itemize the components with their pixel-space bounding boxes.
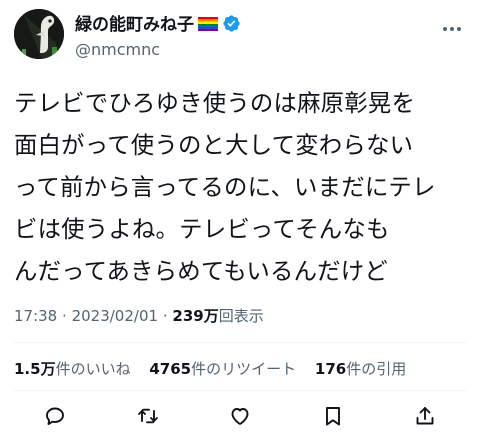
divider bbox=[14, 342, 466, 343]
tweet-date[interactable]: 2023/02/01 bbox=[72, 307, 158, 325]
tweet-text-line: って前から言ってるのに、いまだにテレ bbox=[14, 173, 436, 201]
tweet-meta: 17:38 · 2023/02/01 · 239万回表示 bbox=[14, 305, 264, 326]
display-name[interactable]: 緑の能町みね子 bbox=[75, 14, 194, 36]
views-count: 239万 bbox=[172, 307, 219, 325]
retweet-icon[interactable] bbox=[135, 403, 161, 429]
avatar[interactable] bbox=[14, 9, 64, 59]
quotes-label: 件の引用 bbox=[346, 360, 407, 378]
quotes-count: 176 bbox=[314, 360, 347, 378]
divider bbox=[14, 390, 466, 391]
reply-icon[interactable] bbox=[42, 403, 68, 429]
retweets-count: 4765 bbox=[149, 360, 192, 378]
display-name-row: 緑の能町みね子 bbox=[75, 14, 241, 36]
retweets-stat[interactable]: 4765件のリツイート bbox=[149, 360, 296, 378]
likes-label: 件のいいね bbox=[55, 360, 131, 378]
tweet-text-line: ビは使うよね。テレビってそんなも bbox=[14, 215, 390, 243]
likes-stat[interactable]: 1.5万件のいいね bbox=[14, 360, 131, 378]
meta-separator: · bbox=[62, 307, 67, 325]
handle[interactable]: @nmcmnc bbox=[75, 40, 241, 60]
author-names: 緑の能町みね子 @nmcmnc bbox=[75, 14, 241, 60]
rainbow-flag-icon bbox=[198, 16, 218, 35]
action-bar bbox=[42, 402, 438, 430]
tweet-time[interactable]: 17:38 bbox=[14, 307, 57, 325]
share-icon[interactable] bbox=[412, 403, 438, 429]
tweet-text-line: 面白がって使うのと大して変わらない bbox=[14, 131, 414, 159]
verified-badge-icon bbox=[222, 14, 241, 37]
more-options-icon[interactable] bbox=[440, 19, 464, 39]
tweet-text: テレビでひろゆき使うのは麻原彰晃を 面白がって使うのと大して変わらない って前か… bbox=[14, 82, 470, 292]
tweet-text-line: テレビでひろゆき使うのは麻原彰晃を bbox=[14, 89, 416, 117]
tweet-stats: 1.5万件のいいね 4765件のリツイート 176件の引用 bbox=[14, 358, 420, 379]
views-label: 回表示 bbox=[218, 307, 264, 325]
tweet-text-line: んだってあきらめてもいるんだけど bbox=[14, 257, 388, 285]
tweet-header: 緑の能町みね子 @nmcmnc bbox=[14, 9, 466, 65]
retweets-label: 件のリツイート bbox=[191, 360, 297, 378]
likes-count: 1.5万 bbox=[14, 360, 56, 378]
like-icon[interactable] bbox=[227, 403, 253, 429]
meta-separator: · bbox=[162, 307, 168, 325]
bookmark-icon[interactable] bbox=[320, 403, 346, 429]
quotes-stat[interactable]: 176件の引用 bbox=[315, 360, 406, 378]
